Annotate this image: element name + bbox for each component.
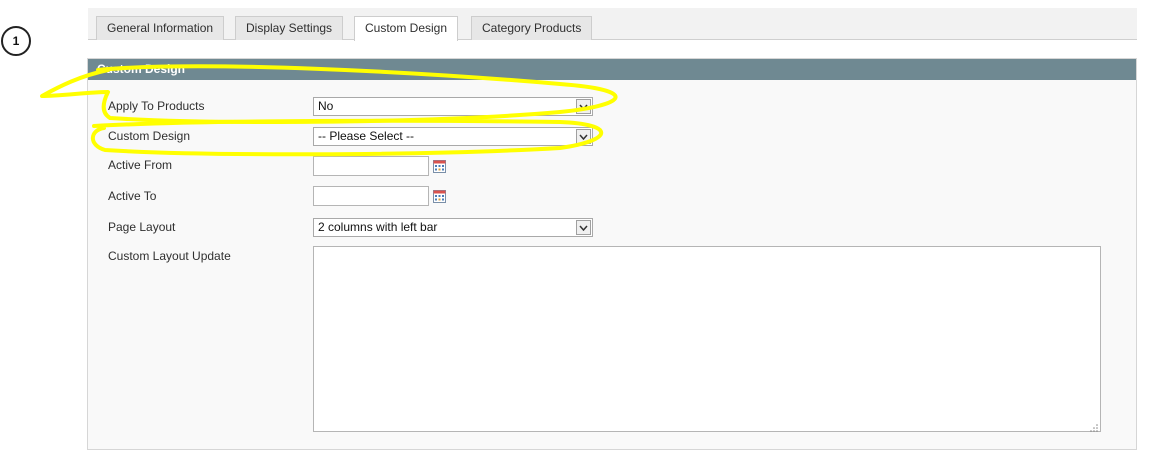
custom-design-label: Custom Design xyxy=(108,129,191,143)
active-from-label: Active From xyxy=(108,158,173,172)
resize-grip-icon[interactable] xyxy=(1090,421,1098,432)
chevron-down-icon[interactable] xyxy=(576,220,591,235)
apply-to-products-label: Apply To Products xyxy=(108,99,205,113)
apply-to-products-value: No xyxy=(318,99,334,113)
custom-layout-update-textarea[interactable] xyxy=(313,246,1101,432)
calendar-icon[interactable] xyxy=(433,160,446,173)
apply-to-products-select[interactable]: No xyxy=(313,97,593,116)
custom-design-value: -- Please Select -- xyxy=(318,129,415,143)
chevron-down-icon[interactable] xyxy=(576,129,591,144)
page-layout-value: 2 columns with left bar xyxy=(318,220,438,234)
tab-bar: General Information Display Settings Cus… xyxy=(88,8,1137,41)
active-to-label: Active To xyxy=(108,189,157,203)
step-number-badge: 1 xyxy=(1,26,31,56)
tab-display-settings[interactable]: Display Settings xyxy=(235,16,344,40)
section-header: Custom Design xyxy=(88,59,1136,80)
tab-custom-design[interactable]: Custom Design xyxy=(354,16,459,41)
calendar-icon[interactable] xyxy=(433,190,446,203)
tab-category-products[interactable]: Category Products xyxy=(471,16,593,40)
page-layout-select[interactable]: 2 columns with left bar xyxy=(313,218,593,237)
active-from-input[interactable] xyxy=(313,156,429,176)
custom-design-select[interactable]: -- Please Select -- xyxy=(313,127,593,146)
active-to-input[interactable] xyxy=(313,186,429,206)
step-number: 1 xyxy=(12,34,20,48)
custom-design-fieldset: Custom Design Apply To Products No Custo… xyxy=(87,58,1137,450)
chevron-down-icon[interactable] xyxy=(576,99,591,114)
page-layout-label: Page Layout xyxy=(108,220,176,234)
custom-layout-update-label: Custom Layout Update xyxy=(108,249,231,263)
tab-general-information[interactable]: General Information xyxy=(96,16,225,40)
